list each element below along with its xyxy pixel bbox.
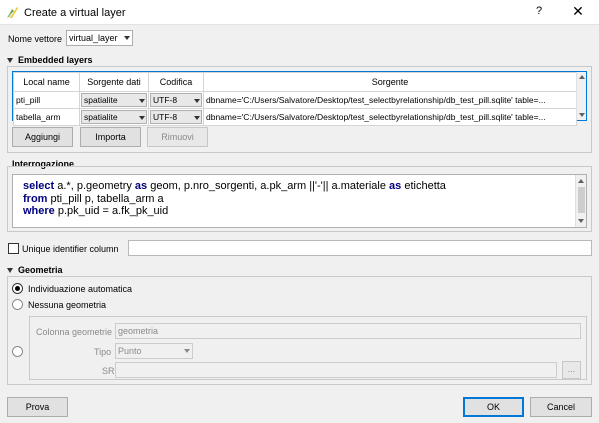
provider-value: spatialite [84, 95, 118, 105]
geometry-section-title: Geometria [18, 265, 63, 275]
query-text[interactable]: select a.*, p.geometry as geom, p.nro_so… [23, 180, 568, 218]
remove-layer-button[interactable]: Rimuovi [147, 127, 208, 147]
auto-detect-label: Individuazione automatica [28, 284, 133, 294]
encoding-combo[interactable]: UTF-8 [150, 93, 202, 107]
scrollbar-thumb[interactable] [578, 187, 585, 213]
cell-source[interactable]: dbname='C:/Users/Salvatore/Desktop/test_… [203, 108, 577, 126]
column-header-provider[interactable]: Sorgente dati [79, 72, 149, 92]
collapse-triangle-icon [7, 268, 13, 274]
scroll-down-icon[interactable] [578, 219, 584, 223]
auto-detect-radio[interactable] [12, 283, 23, 294]
layer-name-combo[interactable]: virtual_layer [66, 30, 133, 46]
manual-geometry-radio[interactable] [12, 346, 23, 357]
geometry-section-header[interactable]: Geometria [7, 265, 63, 275]
table-row[interactable]: pti_pill spatialite UTF-8 dbname='C:/Use… [13, 91, 577, 109]
title-bar: Create a virtual layer ? ✕ [0, 0, 599, 25]
embedded-section-header[interactable]: Embedded layers [7, 55, 93, 65]
encoding-value: UTF-8 [153, 112, 178, 122]
test-button[interactable]: Prova [7, 397, 68, 417]
scroll-down-icon[interactable] [578, 113, 585, 117]
uid-checkbox[interactable] [8, 243, 19, 254]
chevron-down-icon [124, 36, 130, 40]
cancel-button[interactable]: Cancel [530, 397, 592, 417]
encoding-combo[interactable]: UTF-8 [150, 110, 202, 124]
geometry-type-combo[interactable]: Punto [115, 343, 193, 359]
cell-encoding[interactable]: UTF-8 [148, 108, 204, 126]
chevron-down-icon [194, 116, 200, 120]
chevron-down-icon [184, 349, 190, 353]
scroll-up-icon[interactable] [578, 179, 584, 183]
geometry-column-field[interactable]: geometria [115, 323, 581, 339]
embedded-table-scrollbar[interactable] [576, 72, 586, 120]
provider-combo[interactable]: spatialite [81, 93, 147, 107]
crs-field[interactable] [115, 362, 557, 378]
chevron-down-icon [194, 99, 200, 103]
cell-local-name[interactable]: pti_pill [13, 91, 80, 109]
geometry-column-value: geometria [118, 326, 159, 336]
query-editor[interactable]: select a.*, p.geometry as geom, p.nro_so… [12, 174, 587, 228]
help-button[interactable]: ? [532, 5, 546, 17]
layer-name-value: virtual_layer [69, 33, 118, 43]
cell-provider[interactable]: spatialite [79, 91, 149, 109]
query-line: where p.pk_uid = a.fk_pk_uid [23, 205, 169, 217]
no-geometry-label: Nessuna geometria [28, 300, 107, 310]
column-header-source[interactable]: Sorgente [203, 72, 577, 92]
chevron-down-icon [139, 116, 145, 120]
collapse-triangle-icon [7, 58, 13, 64]
no-geometry-radio[interactable] [12, 299, 23, 310]
uid-field[interactable] [128, 240, 592, 256]
query-line: select a.*, p.geometry as geom, p.nro_so… [23, 180, 446, 192]
embedded-table-frame: Local name Sorgente dati Codifica Sorgen… [12, 71, 587, 126]
crs-select-button[interactable]: ... [562, 361, 581, 379]
import-layer-button[interactable]: Importa [80, 127, 141, 147]
geometry-type-label: Tipo [94, 347, 112, 357]
geometry-type-value: Punto [118, 346, 142, 356]
scroll-up-icon[interactable] [578, 75, 585, 79]
query-scrollbar[interactable] [575, 175, 586, 227]
crs-label: SR [102, 366, 115, 376]
cell-encoding[interactable]: UTF-8 [148, 91, 204, 109]
window-title: Create a virtual layer [24, 7, 126, 19]
embedded-section-title: Embedded layers [18, 55, 93, 65]
encoding-value: UTF-8 [153, 95, 178, 105]
geometry-column-label: Colonna geometrie [36, 327, 113, 337]
ok-button[interactable]: OK [463, 397, 524, 417]
uid-label: Unique identifier column [22, 244, 119, 254]
cell-source[interactable]: dbname='C:/Users/Salvatore/Desktop/test_… [203, 91, 577, 109]
cell-provider[interactable]: spatialite [79, 108, 149, 126]
table-row[interactable]: tabella_arm spatialite UTF-8 dbname='C:/… [13, 108, 577, 126]
embedded-table: Local name Sorgente dati Codifica Sorgen… [13, 72, 577, 126]
app-icon [6, 5, 19, 19]
query-line: from pti_pill p, tabella_arm a [23, 192, 164, 205]
add-layer-button[interactable]: Aggiungi [12, 127, 73, 147]
close-button[interactable]: ✕ [570, 3, 586, 20]
column-header-local-name[interactable]: Local name [13, 72, 80, 92]
column-header-encoding[interactable]: Codifica [148, 72, 204, 92]
provider-value: spatialite [84, 112, 118, 122]
table-header-row: Local name Sorgente dati Codifica Sorgen… [13, 72, 577, 92]
cell-local-name[interactable]: tabella_arm [13, 108, 80, 126]
chevron-down-icon [139, 99, 145, 103]
layer-name-label: Nome vettore [8, 34, 63, 44]
provider-combo[interactable]: spatialite [81, 110, 147, 124]
